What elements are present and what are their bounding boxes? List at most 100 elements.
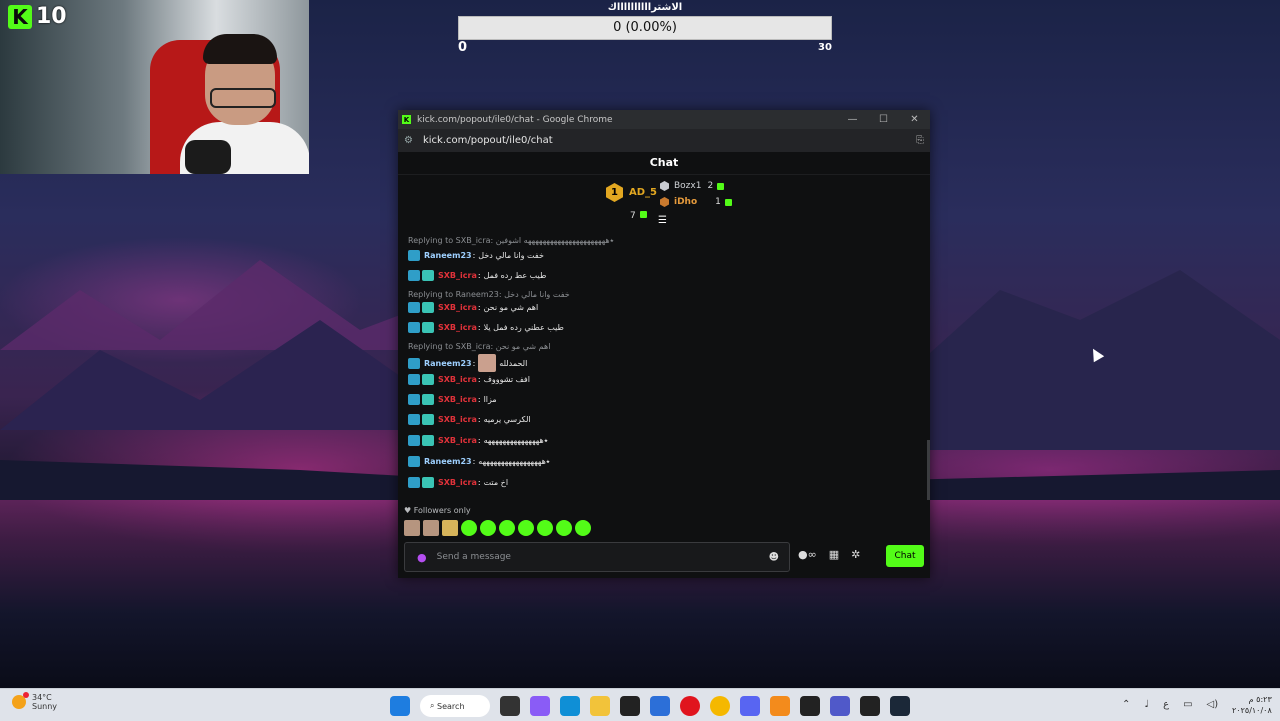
chat-message-text: اخ متت (483, 478, 509, 487)
emote-icon[interactable] (461, 520, 477, 536)
weather-condition: Sunny (32, 702, 58, 711)
volume-icon[interactable]: ◁) (1207, 699, 1219, 710)
chat-username[interactable]: SXB_icra (438, 375, 477, 384)
chat-message[interactable]: SXB_icra: مزاا (408, 394, 497, 405)
discord-icon[interactable] (740, 696, 760, 716)
emote-icon[interactable] (404, 520, 420, 536)
username-separator: : (477, 271, 481, 280)
chat-message[interactable]: Raneem23: الحمدلله (408, 354, 527, 372)
moderator-badge-icon (408, 456, 420, 467)
chat-message[interactable]: Raneem23: خفت وانا مالي دخل (408, 250, 544, 261)
moderator-badge-icon (408, 414, 420, 425)
copilot-icon[interactable] (530, 696, 550, 716)
opera-icon[interactable] (680, 696, 700, 716)
taskbar: 34°C Sunny ⌕ Search ⌃ ♩ ع ▭ ◁) ٥:٢٣ م ٢٠… (0, 688, 1280, 721)
collapse-leaderboard-icon[interactable]: ☰ (658, 215, 667, 226)
chat-username[interactable]: SXB_icra (438, 478, 477, 487)
language-indicator[interactable]: ع (1163, 699, 1169, 710)
leaderboard-first[interactable]: 1 AD_5 (606, 183, 657, 202)
emote-icon[interactable] (442, 520, 458, 536)
subscriber-badge-icon (422, 477, 434, 488)
clock-date: ٢٠٢٥/١٠/٠٨ (1232, 706, 1272, 715)
taskbar-search[interactable]: ⌕ Search (420, 695, 490, 717)
tray-chevron-icon[interactable]: ⌃ (1122, 699, 1130, 710)
chat-username[interactable]: SXB_icra (438, 415, 477, 424)
mic-icon[interactable]: ● (417, 551, 427, 564)
chat-message[interactable]: Raneem23: ٭هههههههههههههههههه (408, 456, 550, 467)
emote-bar (404, 520, 591, 536)
obs-icon[interactable] (620, 696, 640, 716)
task-view-icon[interactable] (500, 696, 520, 716)
file-explorer-icon[interactable] (590, 696, 610, 716)
settings-gear-icon[interactable]: ✲ (851, 548, 860, 561)
reply-context[interactable]: Replying to SXB_icra: اهم شي مو نحن (408, 342, 550, 351)
chat-scrollbar[interactable] (927, 440, 930, 500)
emote-icon[interactable] (575, 520, 591, 536)
chat-message[interactable]: SXB_icra: طيب عط رده فمل (408, 270, 546, 281)
minimize-button[interactable]: — (837, 114, 868, 125)
chat-username[interactable]: Raneem23 (424, 251, 472, 260)
maximize-button[interactable]: ☐ (868, 114, 899, 125)
emote-icon[interactable] (556, 520, 572, 536)
emote-icon[interactable] (499, 520, 515, 536)
epic-games-icon[interactable] (800, 696, 820, 716)
close-button[interactable]: ✕ (899, 114, 930, 125)
moderator-badge-icon (408, 435, 420, 446)
title-bar[interactable]: K kick.com/popout/ile0/chat - Google Chr… (398, 110, 930, 129)
emote-icon[interactable] (518, 520, 534, 536)
sun-icon (12, 692, 29, 709)
username-separator: : (477, 375, 481, 384)
chat-username[interactable]: Raneem23 (424, 359, 472, 368)
store-icon[interactable]: ▦ (829, 548, 839, 561)
site-info-icon[interactable]: ⚙ (404, 135, 413, 146)
chat-username[interactable]: SXB_icra (438, 271, 477, 280)
webcam-feed: K 10 (0, 0, 309, 174)
store-app-icon[interactable] (650, 696, 670, 716)
chat-header: Chat (398, 152, 930, 175)
kick-favicon-icon: K (402, 115, 411, 124)
emote-icon[interactable] (537, 520, 553, 536)
clock[interactable]: ٥:٢٣ م ٢٠٢٥/١٠/٠٨ (1232, 694, 1272, 716)
leaderboard-third-name: iDho (674, 197, 698, 207)
reply-context[interactable]: Replying to SXB_icra: ٭ههههههههههههههههه… (408, 236, 614, 245)
moderator-badge-icon (408, 477, 420, 488)
teams-icon[interactable] (830, 696, 850, 716)
chat-message[interactable]: SXB_icra: اهم شي مو نحن (408, 302, 538, 313)
emoji-icon[interactable]: ☻ (769, 552, 779, 563)
url-text[interactable]: kick.com/popout/ile0/chat (423, 135, 553, 146)
weather-widget[interactable]: 34°C Sunny (12, 692, 58, 711)
network-icon[interactable]: ▭ (1183, 699, 1192, 710)
leaderboard-third[interactable]: iDho 1 (660, 197, 732, 207)
steam-icon[interactable] (890, 696, 910, 716)
chrome-icon[interactable] (710, 696, 730, 716)
subscriber-badge-icon (422, 270, 434, 281)
leaderboard-second[interactable]: Bozx1 2 (660, 181, 725, 191)
chat-username[interactable]: Raneem23 (424, 457, 472, 466)
emote-icon[interactable] (423, 520, 439, 536)
chat-message[interactable]: SXB_icra: طيب عطني رده فمل يلا (408, 322, 564, 333)
subscriber-badge-icon (422, 414, 434, 425)
chat-username[interactable]: SXB_icra (438, 395, 477, 404)
start-windows-icon[interactable] (390, 696, 410, 716)
epic-games-icon-2[interactable] (860, 696, 880, 716)
translate-icon[interactable]: ⎘ (916, 135, 924, 146)
chat-message[interactable]: SXB_icra: افف تشوووف (408, 374, 530, 385)
emote-icon[interactable] (480, 520, 496, 536)
username-separator: : (477, 478, 481, 487)
chat-send-button[interactable]: Chat (886, 545, 924, 567)
chat-username[interactable]: SXB_icra (438, 436, 477, 445)
chat-message[interactable]: SXB_icra: ٭هههههههههههههههه (408, 435, 548, 446)
chat-message[interactable]: SXB_icra: الكرسي يرميه (408, 414, 531, 425)
app-icon[interactable] (770, 696, 790, 716)
chat-username[interactable]: SXB_icra (438, 303, 477, 312)
chat-message[interactable]: SXB_icra: اخ متت (408, 477, 508, 488)
chat-username[interactable]: SXB_icra (438, 323, 477, 332)
message-placeholder[interactable]: Send a message (437, 552, 511, 562)
tray-mic-icon[interactable]: ♩ (1144, 699, 1149, 710)
edge-icon[interactable] (560, 696, 580, 716)
reply-context[interactable]: Replying to Raneem23: خفت وانا مالي دخل (408, 290, 570, 299)
kicks-icon[interactable]: ●∞ (798, 548, 817, 561)
message-input[interactable]: ● Send a message ☻ (404, 542, 790, 572)
goal-value: 0 (0.00%) (613, 20, 677, 35)
address-bar[interactable]: ⚙ kick.com/popout/ile0/chat ⎘ (398, 129, 930, 152)
